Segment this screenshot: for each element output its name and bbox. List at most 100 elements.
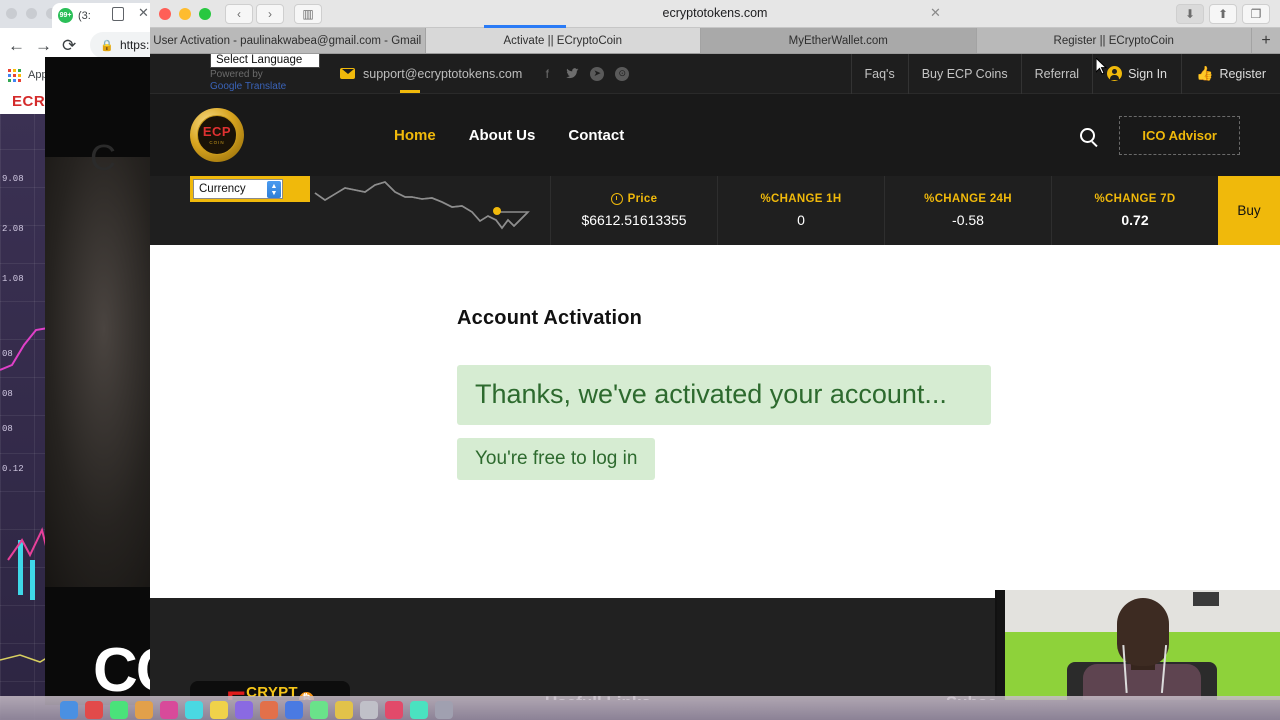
dock-icon[interactable] [260,701,278,719]
tabs-overview-icon[interactable]: ❐ [1242,4,1270,24]
download-icon[interactable]: ⬇ [1176,4,1204,24]
logo-subtext: COIN [209,140,225,145]
video-overlay-strip: C CC [45,57,150,705]
back-icon[interactable]: ‹ [225,3,253,24]
sidebar-icon[interactable]: ▥ [294,3,322,24]
translate-powered-by: Powered by [210,69,263,80]
facebook-icon[interactable]: f [540,67,554,81]
price-sparkline [314,181,530,230]
page-icon [112,7,124,21]
dock-icon[interactable] [210,701,228,719]
browser-tab-myetherwallet[interactable]: MyEtherWallet.com [701,28,977,53]
browser-tab-gmail[interactable]: User Activation - paulinakwabea@gmail.co… [150,28,426,53]
dock-icon[interactable] [235,701,253,719]
close-icon[interactable]: ✕ [138,5,149,21]
ticker-sparkline-area: Currency ▲ ▼ [150,176,550,245]
webcam-left-edge [997,590,1005,700]
coin-inner: ECP COIN [197,115,237,155]
topbar-right-links: Faq's Buy ECP Coins Referral Sign In 👍 R… [850,54,1280,94]
webcam-picture-frame [1193,592,1219,606]
chrome-window-controls[interactable] [6,8,57,19]
safari-toolbar-right: ⬇ ⬆ ❐ [1176,4,1270,24]
support-email-block[interactable]: support@ecryptotokens.com [340,67,522,81]
dock-icon[interactable] [85,701,103,719]
reddit-icon[interactable]: ⊙ [615,66,630,81]
ticker-value-change-1h: 0 [797,212,805,228]
topbar-link-referral[interactable]: Referral [1020,54,1092,94]
dock-icon[interactable] [335,701,353,719]
safari-window-controls[interactable] [150,7,211,20]
ticker-header-price-label: Price [627,193,658,205]
ticker-cell-change-7d: %CHANGE 7D 0.72 [1051,176,1218,245]
nav-item-home[interactable]: Home [394,127,436,144]
mail-icon [340,68,355,79]
topbar-accent-underline [400,90,420,93]
page-title: Account Activation [457,307,643,329]
search-icon[interactable] [1080,127,1096,143]
dock-icon[interactable] [110,701,128,719]
browser-tab-register[interactable]: Register || ECryptoCoin [977,28,1252,53]
main-menu: Home About Us Contact [394,127,624,144]
apps-grid-icon[interactable] [8,68,21,82]
safari-sidebar-group: ▥ [294,3,322,24]
translate-brand: Google Translate [210,81,287,92]
dock-icon[interactable] [185,701,203,719]
google-translate-widget[interactable]: Select Language Powered by Google Transl… [210,54,340,92]
ticker-cell-price: Price $6612.51613355 [550,176,717,245]
sign-in-label: Sign In [1128,66,1168,81]
register-label: Register [1219,66,1266,81]
clock-icon [610,193,623,205]
dock-icon[interactable] [310,701,328,719]
ticker-cell-change-24h: %CHANGE 24H -0.58 [884,176,1051,245]
screen: 99+ (3: ✕ ← → ⟳ 🔒 https: Apps ECR 9.08 2… [0,0,1280,720]
dock-icon[interactable] [385,701,403,719]
page-load-progress [484,25,566,28]
overlay-letter: C [90,137,116,178]
dock-icon[interactable] [435,701,453,719]
main-content: Account Activation Thanks, we've activat… [150,245,1280,598]
mouse-cursor [1096,58,1108,75]
safari-titlebar: ‹ › ▥ ecryptotokens.com ✕ ⬇ ⬆ ❐ [150,0,1280,28]
topbar-link-faqs[interactable]: Faq's [850,54,908,94]
new-tab-icon[interactable]: + [1252,28,1280,53]
nav-item-about-us[interactable]: About Us [469,127,536,144]
dock-icon[interactable] [160,701,178,719]
buy-button[interactable]: Buy [1218,176,1280,245]
forward-icon[interactable]: › [256,3,284,24]
select-language-dropdown[interactable]: Select Language [210,54,320,68]
ticker-header-change-24h: %CHANGE 24H [924,193,1012,205]
ticker-header-change-7d: %CHANGE 7D [1094,193,1176,205]
nav-item-contact[interactable]: Contact [568,127,624,144]
content-inner: Account Activation Thanks, we've activat… [457,307,1157,481]
dock-icon[interactable] [285,701,303,719]
telegram-icon[interactable]: ➤ [590,66,605,81]
ico-advisor-button[interactable]: ICO Advisor [1119,115,1240,155]
register-button[interactable]: 👍 Register [1181,54,1280,94]
reload-icon[interactable]: ⟳ [62,37,76,54]
ticker-value-change-24h: -0.58 [952,212,984,228]
ticker-value-change-7d: 0.72 [1121,212,1149,228]
overlay-big-text: CC [93,636,150,705]
browser-tab-activate[interactable]: Activate || ECryptoCoin [425,28,701,53]
ticker-cell-change-1h: %CHANGE 1H 0 [717,176,884,245]
back-icon[interactable]: ← [8,37,25,54]
chrome-url-text: https: [119,38,150,52]
twitter-icon[interactable] [565,67,579,81]
dock-icon[interactable] [360,701,378,719]
navbar-right: ICO Advisor [1080,115,1240,155]
ecp-coin-logo[interactable]: ECP COIN [190,108,244,162]
dock-icon[interactable] [410,701,428,719]
dock-icon[interactable] [60,701,78,719]
safari-url-text[interactable]: ecryptotokens.com [663,6,768,20]
lock-icon: 🔒 [100,39,114,52]
stop-loading-icon[interactable]: ✕ [930,5,941,21]
dock-icon[interactable] [135,701,153,719]
topbar-link-buy-ecp-coins[interactable]: Buy ECP Coins [907,54,1021,94]
login-prompt-alert: You're free to log in [457,437,656,481]
support-email-text: support@ecryptotokens.com [363,66,523,81]
macos-dock[interactable] [0,696,1280,720]
share-icon[interactable]: ⬆ [1209,4,1237,24]
logo-text: ECP [202,124,232,139]
safari-tab-bar: User Activation - paulinakwabea@gmail.co… [150,28,1280,54]
forward-icon[interactable]: → [35,37,52,54]
